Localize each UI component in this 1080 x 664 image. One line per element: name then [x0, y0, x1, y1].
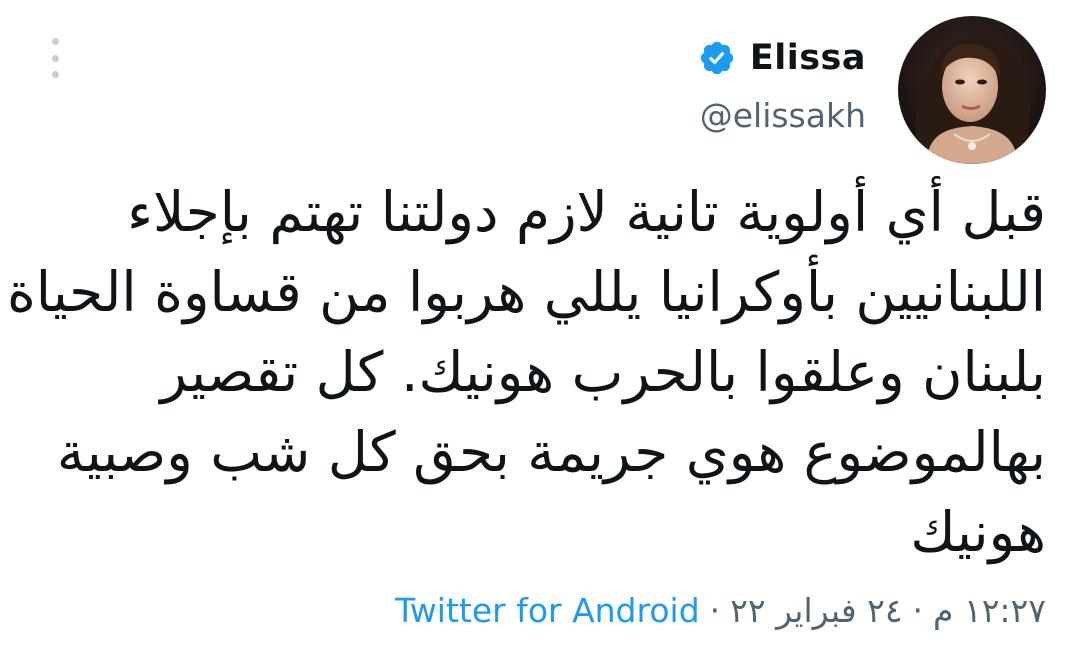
tweet-text-line: بلبنان وعلقوا بالحرب هونيك. كل تقصير — [160, 340, 1046, 404]
more-vertical-icon-dot — [51, 71, 59, 78]
more-vertical-icon — [51, 38, 59, 45]
author-avatar[interactable] — [898, 16, 1046, 164]
author-name-row[interactable]: Elissa — [698, 34, 866, 82]
profile-photo-icon — [898, 16, 1046, 164]
tweet-time[interactable]: ١٢:٢٧ م — [933, 591, 1046, 630]
tweet-card: Elissa @elissakh قبل أي أولوية تانية لاز… — [0, 0, 1080, 664]
author-display-name: Elissa — [749, 38, 866, 78]
meta-separator: · — [709, 590, 721, 630]
tweet-text-line: قبل أي أولوية تانية لازم دولتنا تهتم بإج… — [127, 180, 1046, 244]
author-handle[interactable]: @elissakh — [700, 96, 866, 135]
meta-separator: · — [912, 590, 924, 630]
verified-badge-icon — [700, 41, 734, 75]
more-options-button[interactable] — [40, 38, 70, 78]
tweet-text-line: هونيك — [910, 500, 1046, 564]
more-vertical-icon-dot — [51, 54, 59, 62]
tweet-text-line: بهالموضوع هوي جريمة بحق كل شب وصبية — [56, 420, 1046, 484]
tweet-date[interactable]: ٢٤ فبراير ٢٢ — [730, 591, 902, 630]
tweet-text: قبل أي أولوية تانية لازم دولتنا تهتم بإج… — [6, 172, 1046, 572]
tweet-text-line: اللبنانيين بأوكرانيا يللي هربوا من قساوة… — [6, 260, 1046, 324]
tweet-source-link[interactable]: Twitter for Android — [395, 591, 700, 630]
tweet-meta: Twitter for Android · ٢٤ فبراير ٢٢ · ١٢:… — [395, 584, 1046, 636]
